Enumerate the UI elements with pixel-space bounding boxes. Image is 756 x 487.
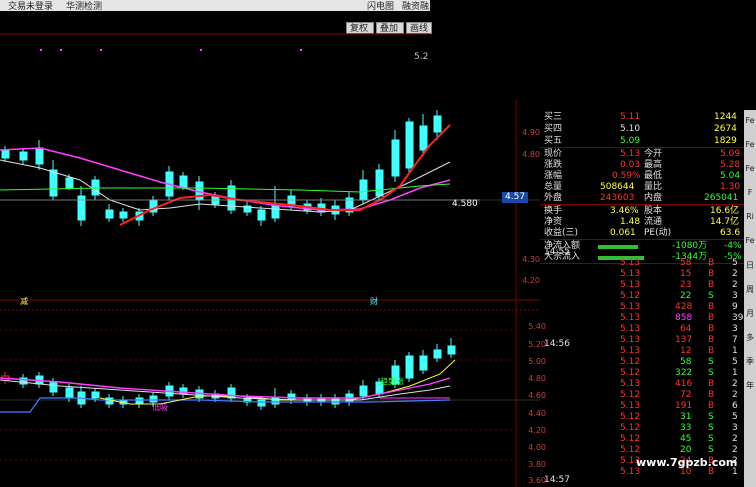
tick-time: 14:56 <box>544 339 570 349</box>
candle <box>331 397 340 405</box>
candle <box>49 381 58 393</box>
netflow-bar <box>598 245 638 249</box>
candle <box>19 151 28 161</box>
candle <box>179 175 188 189</box>
tick-time: 14:55 <box>544 247 570 257</box>
candle <box>105 397 114 405</box>
sidebar-button[interactable]: Fe <box>744 236 756 245</box>
candle <box>419 125 428 151</box>
event-tag-2[interactable]: 财 <box>370 296 378 307</box>
candle <box>433 349 442 359</box>
current-price-marker: 4.580 <box>452 199 478 209</box>
sidebar-button[interactable]: Fe <box>744 140 756 149</box>
price-label-top: 5.2 <box>414 52 429 62</box>
candle <box>91 391 100 399</box>
sidebar-button[interactable]: 多 <box>744 332 756 343</box>
annotation-low: 低吸 <box>152 403 168 412</box>
event-tag-1[interactable]: 减 <box>20 296 28 307</box>
sidebar-button[interactable]: Ri <box>744 212 756 221</box>
axis-price-4: 4.20 <box>522 276 540 285</box>
candle <box>135 397 144 405</box>
candle <box>359 385 368 397</box>
candle <box>119 211 128 219</box>
candle <box>257 399 266 407</box>
axis-price-2: 4.80 <box>522 150 540 159</box>
candle <box>419 355 428 371</box>
watermark: www.7gpzb.com <box>636 456 738 469</box>
sidebar-button[interactable]: 季 <box>744 356 756 367</box>
candle <box>271 205 280 219</box>
candle <box>359 179 368 201</box>
annotation-rise: 趋势涨 <box>380 377 404 386</box>
quote-panel: 买三 5.11 1244 买四 5.10 2674 买五 5.09 1829 现… <box>540 100 750 487</box>
candle <box>391 139 400 177</box>
candle <box>447 345 456 355</box>
sidebar-button[interactable]: 年 <box>744 380 756 391</box>
sidebar-button[interactable]: 月 <box>744 308 756 319</box>
candle <box>91 179 100 196</box>
axis-price-3: 4.30 <box>522 255 540 264</box>
current-price-box: 4.57 <box>502 192 529 203</box>
candle <box>405 121 414 169</box>
tick-time: 14:57 <box>544 475 570 485</box>
candle <box>405 355 414 379</box>
candle <box>35 147 44 165</box>
sidebar-button[interactable]: Fe <box>744 116 756 125</box>
sidebar-button[interactable]: 周 <box>744 284 756 295</box>
sidebar-button[interactable]: Fe <box>744 164 756 173</box>
axis-price-1: 4.90 <box>522 128 540 137</box>
candle <box>65 387 74 399</box>
kline-chart[interactable] <box>0 0 540 487</box>
candle <box>65 177 74 189</box>
sidebar-button[interactable]: 日 <box>744 260 756 271</box>
candle <box>179 387 188 395</box>
sidebar-button[interactable]: F <box>744 188 756 197</box>
candle <box>257 209 266 221</box>
candle <box>375 169 384 197</box>
right-toolbar: Fe Fe Fe F Ri Fe 日周月多季年 <box>744 110 756 487</box>
candle <box>433 115 442 133</box>
candle <box>49 169 58 197</box>
candle <box>1 149 10 159</box>
candle <box>105 209 114 219</box>
